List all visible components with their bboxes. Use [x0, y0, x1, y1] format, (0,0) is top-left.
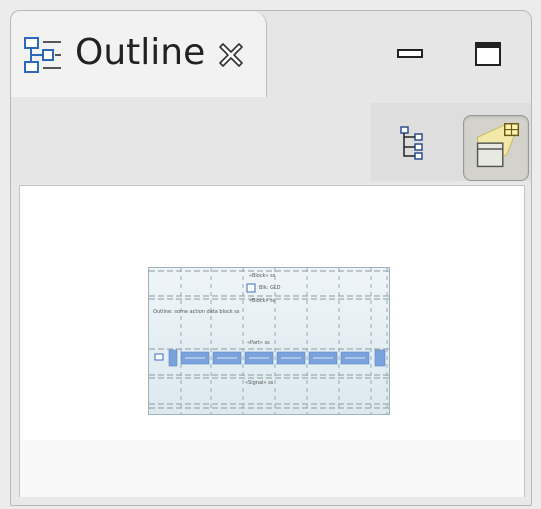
toolbar-group — [371, 103, 531, 181]
overview-icon — [476, 123, 520, 168]
view-tab-bar: Outline — [11, 11, 531, 97]
tab-title: Outline — [75, 32, 206, 73]
view-toolbar — [11, 97, 531, 183]
outline-canvas[interactable]: «Block» ss Blk: GLD «Block» ss Outline: … — [19, 185, 525, 497]
minimize-icon[interactable] — [395, 39, 425, 69]
thumb-label-4: «Part» ss — [247, 340, 270, 346]
outline-tab[interactable]: Outline — [11, 11, 267, 97]
outline-view-icon — [24, 37, 61, 73]
diagram-thumbnail[interactable]: «Block» ss Blk: GLD «Block» ss Outline: … — [148, 267, 390, 415]
outline-view: Outline «Block» ss Blk: GLD «Block» ss O… — [10, 10, 532, 506]
thumb-label-2: «Block» ss — [249, 298, 276, 304]
maximize-icon[interactable] — [473, 39, 503, 69]
tree-view-button[interactable] — [387, 117, 437, 167]
thumb-label-5: «Signal» ss — [245, 380, 274, 386]
thumb-label-3: Outline: some action data block ss — [153, 309, 240, 315]
thumb-label-1: Blk: GLD — [259, 285, 281, 291]
tree-view-icon — [400, 126, 423, 160]
close-icon[interactable] — [217, 41, 245, 69]
thumb-label-0: «Block» ss — [249, 273, 276, 279]
overview-button[interactable] — [463, 115, 529, 181]
